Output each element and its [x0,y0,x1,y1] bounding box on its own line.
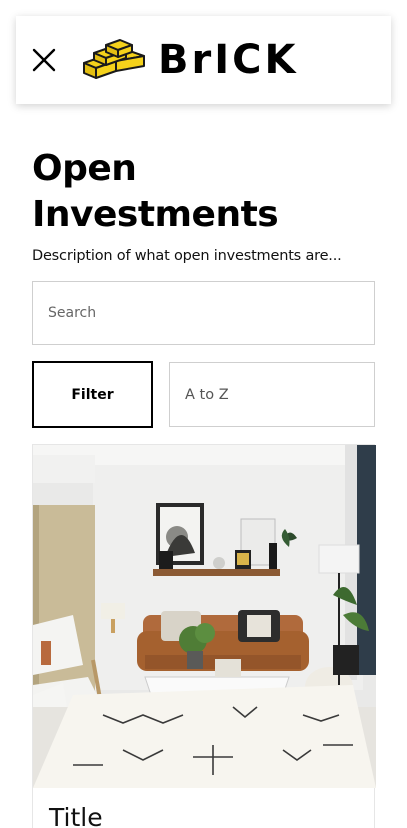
search-input[interactable] [32,281,375,345]
filter-button[interactable]: Filter [32,361,153,428]
brand-name: BrICK [158,37,299,83]
investment-card[interactable]: Title [32,444,376,828]
close-icon[interactable] [30,46,58,74]
page-description: Description of what open investments are… [32,248,342,264]
page-title: Open Investments [32,148,279,235]
top-header: BrICK [16,16,391,104]
living-room-photo [33,445,376,788]
sort-selected-value: A to Z [185,386,229,403]
brand-logo[interactable]: BrICK [82,38,298,82]
card-title: Title [49,803,103,828]
sort-select[interactable]: A to Z [169,362,375,427]
brick-logo-icon [83,39,145,79]
